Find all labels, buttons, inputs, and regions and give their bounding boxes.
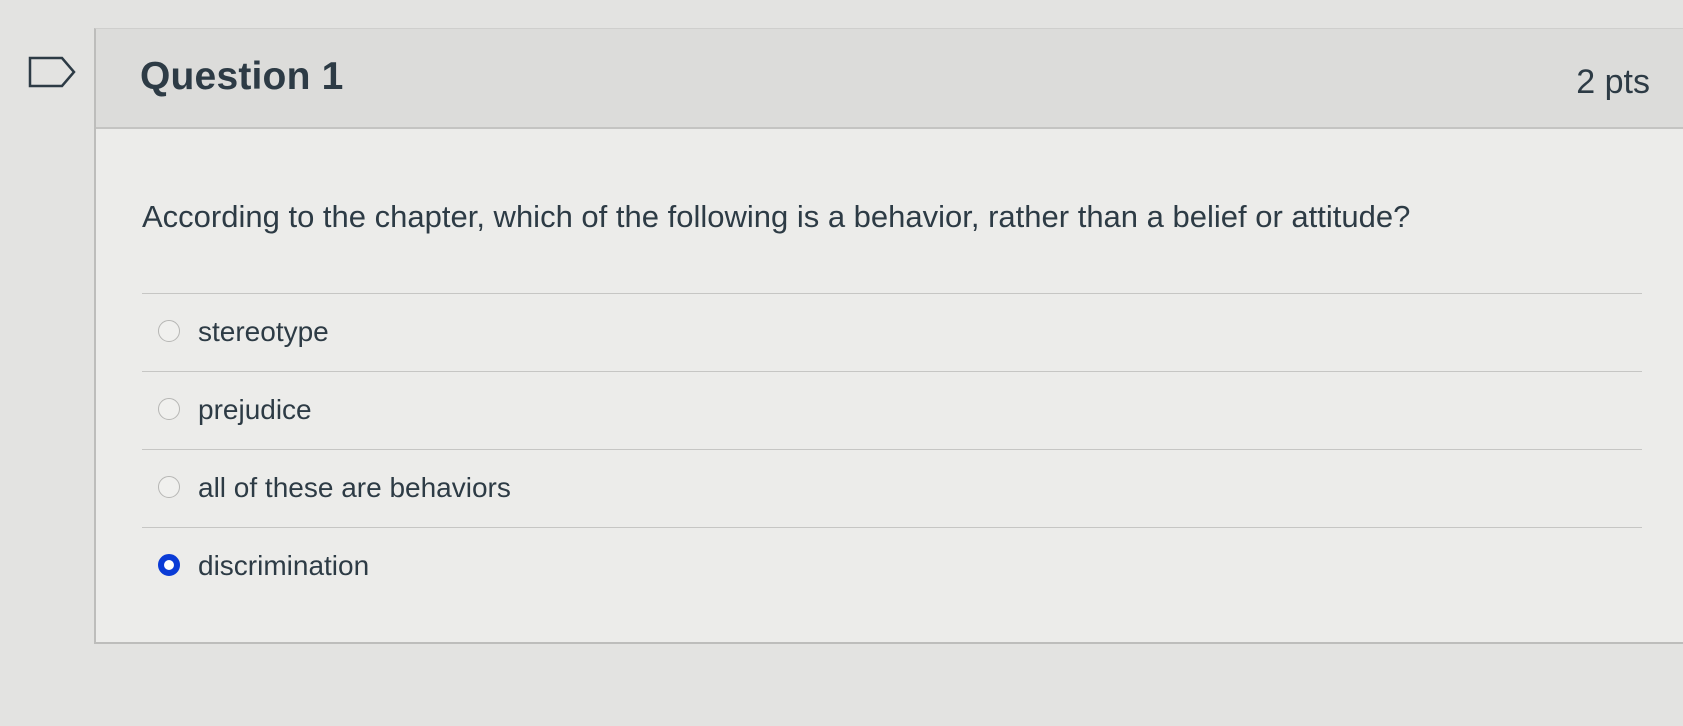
- answer-label: stereotype: [198, 316, 329, 347]
- answer-label: all of these are behaviors: [198, 472, 511, 503]
- radio-button-selected[interactable]: [158, 554, 180, 576]
- answer-option[interactable]: prejudice: [142, 371, 1642, 449]
- question-points: 2 pts: [1576, 63, 1650, 101]
- answer-label: prejudice: [198, 394, 312, 425]
- answer-label: discrimination: [198, 550, 370, 581]
- question-header: Question 1 2 pts: [96, 29, 1683, 129]
- answer-option[interactable]: discrimination: [142, 527, 1642, 605]
- radio-button[interactable]: [158, 320, 180, 342]
- answer-list: stereotype prejudice all of these are be…: [142, 293, 1642, 605]
- radio-button[interactable]: [158, 398, 180, 420]
- question-card: Question 1 2 pts According to the chapte…: [94, 28, 1683, 644]
- flag-question-icon[interactable]: [28, 56, 76, 88]
- question-text: According to the chapter, which of the f…: [142, 199, 1411, 234]
- answer-option[interactable]: stereotype: [142, 293, 1642, 371]
- answer-option[interactable]: all of these are behaviors: [142, 449, 1642, 527]
- radio-button[interactable]: [158, 476, 180, 498]
- question-title: Question 1: [140, 55, 344, 98]
